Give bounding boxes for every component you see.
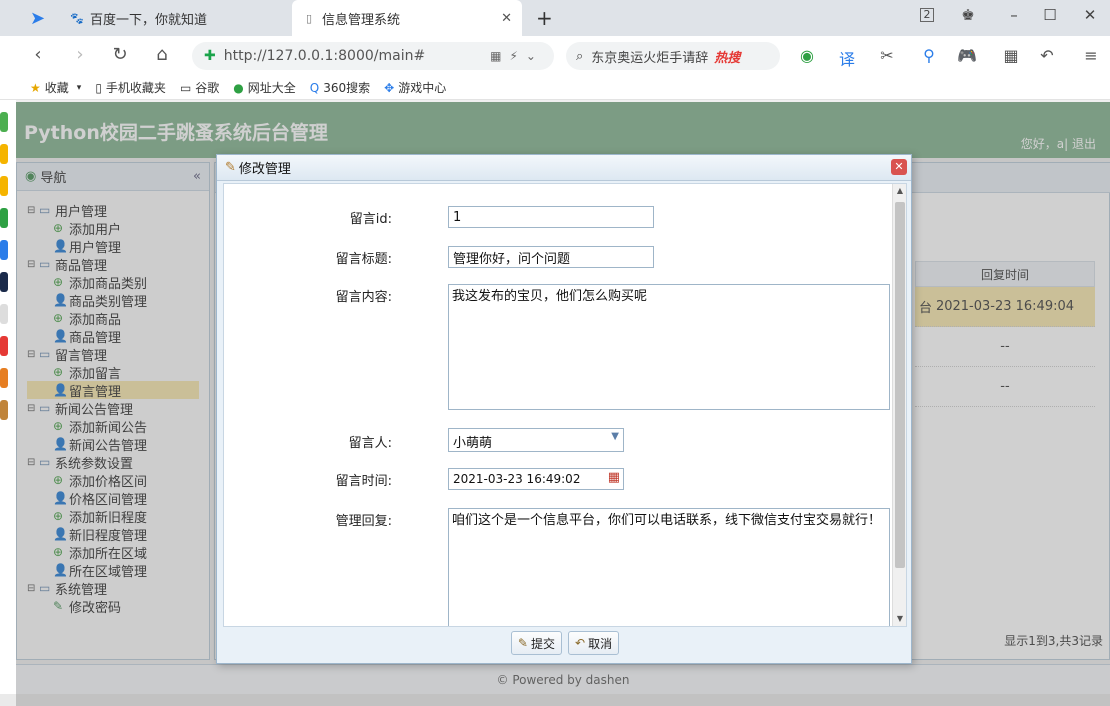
bookmark-directory[interactable]: ● 网址大全 xyxy=(233,79,296,96)
bookmark-google[interactable]: ▭ 谷歌 xyxy=(180,79,219,96)
edit-icon: ✎ xyxy=(517,636,528,650)
back-icon[interactable]: ‹ xyxy=(26,44,50,65)
browser-tabbar: ➤ 🐾 百度一下，你就知道 ▯ 信息管理系统 ✕ + 2 ♚ – ☐ ✕ xyxy=(0,0,1110,36)
id-field[interactable] xyxy=(448,206,654,228)
author-select[interactable]: 小萌萌 ▼ xyxy=(448,428,624,452)
page-icon: ▭ xyxy=(179,80,192,95)
dialog-body: 留言id: 留言标题: 留言内容: 我这发布的宝贝，他们怎么购买呢 留言人: 小… xyxy=(223,183,907,627)
url-text: http://127.0.0.1:8000/main# xyxy=(223,48,426,64)
shirt-icon[interactable]: ♚ xyxy=(958,6,978,24)
game-icon[interactable]: 🎮 xyxy=(956,46,978,65)
dialog-title: 修改管理 xyxy=(238,162,291,177)
side-app-icon[interactable] xyxy=(0,272,8,292)
side-app-icon[interactable] xyxy=(0,176,8,196)
dialog-scrollbar[interactable]: ▲ ▼ xyxy=(892,184,906,626)
search-text: 东京奥运火炬手请辞 xyxy=(591,50,709,66)
url-tools-icon[interactable]: ▦⚡⌄ xyxy=(490,49,544,63)
window-close-icon[interactable]: ✕ xyxy=(1080,6,1100,24)
tab-info-system[interactable]: ▯ 信息管理系统 ✕ xyxy=(292,0,522,36)
calendar-icon[interactable]: ▦ xyxy=(608,470,620,485)
undo-icon[interactable]: ↶ xyxy=(1036,46,1058,65)
side-app-icon[interactable] xyxy=(0,336,8,356)
secure-shield-icon: ✚ xyxy=(204,48,216,64)
tab-baidu[interactable]: 🐾 百度一下，你就知道 xyxy=(60,0,290,36)
minimize-icon[interactable]: – xyxy=(1004,6,1024,24)
side-app-icon[interactable] xyxy=(0,400,8,420)
search-input[interactable]: ⌕ 东京奥运火炬手请辞 热搜 xyxy=(566,42,780,70)
tab-label: 百度一下，你就知道 xyxy=(90,12,208,28)
scroll-thumb[interactable] xyxy=(895,202,905,568)
bookmark-games[interactable]: ✥ 游戏中心 xyxy=(384,79,446,96)
side-app-icon[interactable] xyxy=(0,144,8,164)
menu-icon[interactable]: ≡ xyxy=(1080,46,1102,65)
time-field[interactable]: 2021-03-23 16:49:02 ▦ xyxy=(448,468,624,490)
bookmarks-bar: ★ 收藏 ▾ ▯ 手机收藏夹 ▭ 谷歌 ● 网址大全 Q 360搜索 ✥ 游戏中心 xyxy=(0,76,1110,100)
apps-grid-icon[interactable]: ▦ xyxy=(1000,46,1022,65)
search-icon: Q xyxy=(309,80,320,95)
reload-icon[interactable]: ↻ xyxy=(108,44,132,65)
address-bar: ‹ › ↻ ⌂ ✚ http://127.0.0.1:8000/main# ▦⚡… xyxy=(0,36,1110,76)
scroll-up-icon[interactable]: ▲ xyxy=(893,184,906,198)
search-icon: ⌕ xyxy=(576,48,584,64)
field-label-author: 留言人: xyxy=(348,436,392,451)
edit-icon: ✎ xyxy=(225,160,236,175)
paw-icon: 🐾 xyxy=(70,11,84,25)
extension-icon[interactable]: ◉ xyxy=(796,46,818,65)
side-toolbar xyxy=(0,100,16,706)
globe-icon: ● xyxy=(233,80,244,95)
reply-textarea[interactable]: 咱们这个是一个信息平台，你们可以电话联系，线下微信支付宝交易就行！ xyxy=(448,508,890,626)
translate-icon[interactable]: 译 xyxy=(836,46,858,70)
new-tab-button[interactable]: + xyxy=(526,0,556,36)
side-app-icon[interactable] xyxy=(0,368,8,388)
home-icon[interactable]: ⌂ xyxy=(150,44,174,65)
scissors-icon[interactable]: ✂ xyxy=(876,46,898,65)
url-input[interactable]: ✚ http://127.0.0.1:8000/main# ▦⚡⌄ xyxy=(192,42,554,70)
side-app-icon[interactable] xyxy=(0,208,8,228)
forward-icon[interactable]: › xyxy=(68,44,92,65)
field-label-content: 留言内容: xyxy=(335,290,392,305)
dialog-button-bar: ✎ 提交 ↶ 取消 xyxy=(223,627,907,659)
side-app-icon[interactable] xyxy=(0,304,8,324)
browser-logo-icon[interactable]: ➤ xyxy=(20,0,50,36)
star-icon: ★ xyxy=(30,80,41,95)
submit-button[interactable]: ✎ 提交 xyxy=(510,631,562,655)
field-label-id: 留言id: xyxy=(349,212,392,227)
bookmark-360search[interactable]: Q 360搜索 xyxy=(310,79,370,96)
field-label-reply: 管理回复: xyxy=(335,514,392,529)
undo-icon: ↶ xyxy=(575,636,586,650)
bookmark-favorites[interactable]: ★ 收藏 ▾ xyxy=(30,79,81,96)
dialog-close-icon[interactable]: ✕ xyxy=(891,159,907,175)
field-label-title: 留言标题: xyxy=(335,252,392,267)
bookmark-mobile[interactable]: ▯ 手机收藏夹 xyxy=(95,79,166,96)
phone-icon: ▯ xyxy=(95,80,102,95)
side-app-icon[interactable] xyxy=(0,240,8,260)
tab-count-badge[interactable]: 2 xyxy=(920,8,934,22)
scroll-down-icon[interactable]: ▼ xyxy=(893,612,906,626)
chevron-down-icon[interactable]: ▼ xyxy=(611,431,619,442)
magnifier-icon[interactable]: ⚲ xyxy=(918,46,940,65)
edit-dialog: ✎ 修改管理 ✕ 留言id: 留言标题: 留言内容: 我这发布的宝贝，他们怎么购… xyxy=(216,154,912,664)
gamepad-icon: ✥ xyxy=(384,80,395,95)
document-icon: ▯ xyxy=(305,11,313,25)
dialog-titlebar: ✎ 修改管理 xyxy=(217,155,911,181)
side-app-icon[interactable] xyxy=(0,112,8,132)
content-textarea[interactable]: 我这发布的宝贝，他们怎么购买呢 xyxy=(448,284,890,410)
hot-search-badge: 热搜 xyxy=(714,50,741,66)
tab-close-icon[interactable]: ✕ xyxy=(501,11,512,26)
cancel-button[interactable]: ↶ 取消 xyxy=(568,631,620,655)
maximize-icon[interactable]: ☐ xyxy=(1040,6,1060,24)
title-field[interactable] xyxy=(448,246,654,268)
field-label-time: 留言时间: xyxy=(335,474,392,489)
tab-label: 信息管理系统 xyxy=(322,12,401,28)
